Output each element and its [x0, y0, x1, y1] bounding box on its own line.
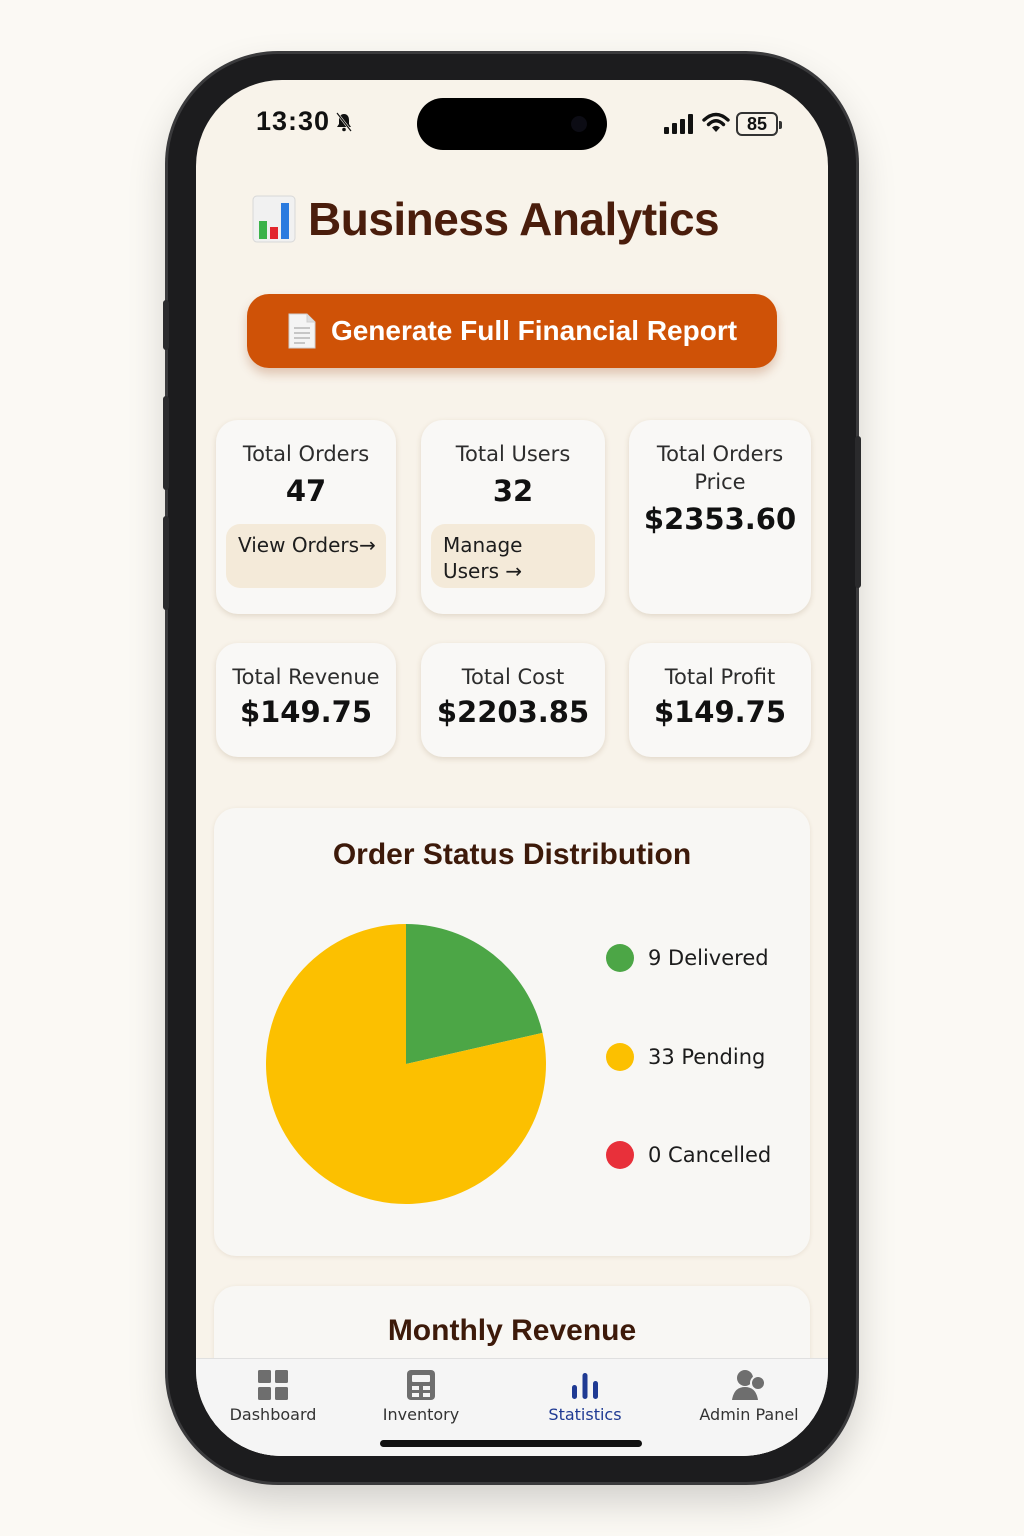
legend-label-pending: 33 Pending	[648, 1045, 766, 1069]
tab-admin-panel-label: Admin Panel	[699, 1405, 799, 1424]
legend-dot-delivered	[606, 944, 634, 972]
tab-admin-panel[interactable]: Admin Panel	[674, 1369, 824, 1424]
bar-chart-icon	[572, 1373, 598, 1399]
order-status-pie-chart	[266, 924, 546, 1204]
status-time: 13:30	[256, 106, 331, 136]
total-orders-price-label-1: Total Orders	[656, 442, 784, 466]
dashboard-grid-icon	[258, 1370, 288, 1400]
total-orders-price-label-2: Price	[694, 470, 746, 494]
order-status-chart-card: Order Status Distribution 9 Delivered 33…	[214, 808, 810, 1256]
total-profit-label: Total Profit	[664, 665, 776, 689]
total-users-label: Total Users	[455, 442, 571, 466]
page-title-text: Business Analytics	[308, 193, 720, 245]
total-revenue-card: Total Revenue $149.75	[216, 643, 396, 757]
total-orders-price-value: $2353.60	[643, 502, 797, 536]
total-orders-value: 47	[285, 474, 327, 508]
total-orders-label: Total Orders	[242, 442, 370, 466]
document-icon	[288, 313, 316, 349]
tab-statistics[interactable]: Statistics	[510, 1369, 660, 1424]
legend-dot-cancelled	[606, 1141, 634, 1169]
tab-inventory-label: Inventory	[382, 1405, 460, 1424]
tab-inventory[interactable]: Inventory	[346, 1369, 496, 1424]
total-users-value: 32	[492, 474, 534, 508]
legend-cancelled: 0 Cancelled	[606, 1141, 771, 1169]
legend-dot-pending	[606, 1043, 634, 1071]
action-button	[163, 300, 169, 350]
generate-report-button[interactable]: Generate Full Financial Report	[247, 294, 777, 368]
view-orders-link[interactable]: View Orders→	[226, 524, 386, 588]
battery-indicator: 85	[736, 112, 782, 136]
tab-dashboard[interactable]: Dashboard	[198, 1369, 348, 1424]
chart-title: Order Status Distribution	[332, 838, 692, 871]
dynamic-island	[417, 98, 607, 150]
tab-statistics-label: Statistics	[548, 1405, 622, 1424]
legend-label-cancelled: 0 Cancelled	[648, 1143, 772, 1167]
inventory-icon	[407, 1370, 435, 1400]
total-orders-card: Total Orders 47 View Orders→	[216, 420, 396, 614]
total-profit-card: Total Profit $149.75	[629, 643, 811, 757]
home-indicator	[380, 1440, 642, 1447]
total-profit-value: $149.75	[653, 695, 787, 729]
total-cost-card: Total Cost $2203.85	[421, 643, 605, 757]
tab-dashboard-label: Dashboard	[229, 1405, 317, 1424]
legend-delivered: 9 Delivered	[606, 944, 769, 972]
bar-chart-emoji-icon	[252, 195, 296, 243]
silent-bell-icon	[336, 112, 352, 132]
total-cost-value: $2203.85	[436, 695, 590, 729]
total-users-card: Total Users 32 Manage Users →	[421, 420, 605, 614]
total-orders-price-card: Total Orders Price $2353.60	[629, 420, 811, 614]
wifi-icon	[702, 112, 730, 132]
legend-pending: 33 Pending	[606, 1043, 765, 1071]
total-revenue-value: $149.75	[239, 695, 373, 729]
cellular-signal-icon	[664, 114, 693, 134]
volume-down-button	[163, 516, 169, 610]
page-title: Business Analytics	[252, 192, 720, 246]
admin-user-icon	[732, 1370, 766, 1400]
monthly-revenue-title: Monthly Revenue	[387, 1314, 637, 1347]
total-revenue-label: Total Revenue	[232, 665, 380, 689]
report-button-label: Generate Full Financial Report	[330, 315, 738, 346]
volume-up-button	[163, 396, 169, 490]
power-button	[855, 436, 861, 588]
manage-users-link[interactable]: Manage Users →	[431, 524, 595, 588]
phone-screen: 13:30 85 Business Analytics Generate Ful…	[196, 80, 828, 1456]
legend-label-delivered: 9 Delivered	[648, 946, 769, 970]
total-cost-label: Total Cost	[461, 665, 565, 689]
